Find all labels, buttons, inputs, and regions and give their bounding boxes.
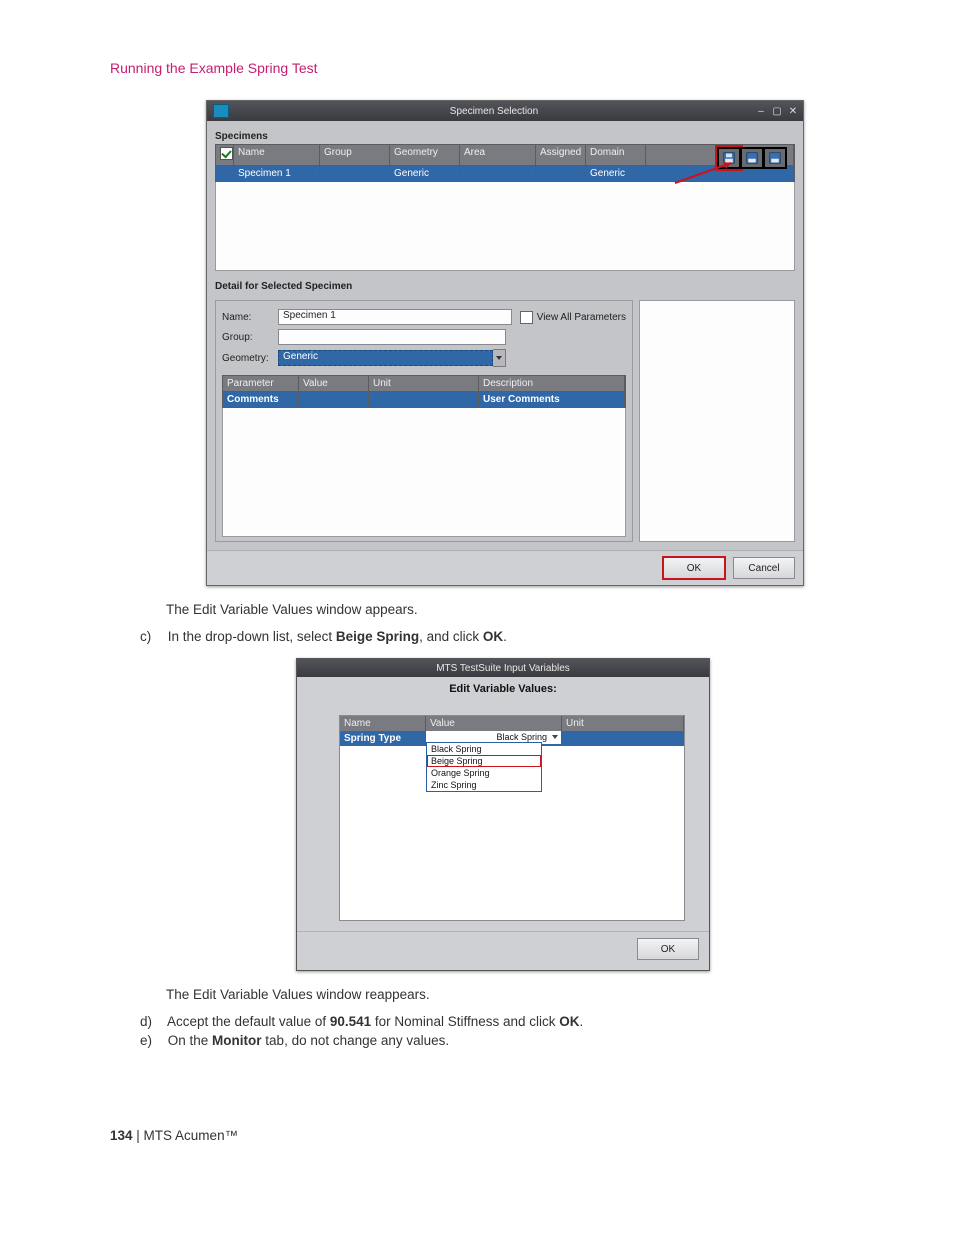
- col-value[interactable]: Value: [426, 716, 562, 731]
- step-text: Accept the default value of: [167, 1014, 330, 1029]
- specimens-section-label: Specimens: [215, 131, 795, 142]
- step-bold: 90.541: [330, 1014, 371, 1029]
- geometry-label: Geometry:: [222, 353, 278, 364]
- section-header: Running the Example Spring Test: [110, 60, 884, 76]
- app-logo-icon: [213, 104, 229, 118]
- cell-description: User Comments: [479, 392, 625, 407]
- specimens-grid-header: Name Group Geometry Area Assigned Domain: [215, 144, 795, 166]
- step-text: for Nominal Stiffness and click: [371, 1014, 559, 1029]
- step-d: d) Accept the default value of 90.541 fo…: [140, 1014, 884, 1029]
- page-number: 134: [110, 1128, 133, 1143]
- dropdown-option-selected[interactable]: Beige Spring: [427, 755, 541, 767]
- cell-value[interactable]: [299, 392, 369, 407]
- col-group[interactable]: Group: [320, 145, 390, 165]
- view-all-label: View All Parameters: [537, 312, 626, 323]
- step-bold: Monitor: [212, 1033, 262, 1048]
- window-title: MTS TestSuite Input Variables: [297, 659, 709, 677]
- ok-button[interactable]: OK: [637, 938, 699, 960]
- step-bold: OK: [559, 1014, 579, 1029]
- col-domain[interactable]: Domain: [586, 145, 646, 165]
- detail-section-label: Detail for Selected Specimen: [215, 281, 795, 292]
- step-text: .: [503, 629, 507, 644]
- parameters-grid-header: Parameter Value Unit Description: [222, 375, 626, 392]
- col-unit[interactable]: Unit: [562, 716, 684, 731]
- step-bold: Beige Spring: [336, 629, 419, 644]
- variables-grid: Name Value Unit Spring Type Black Spring…: [339, 715, 685, 921]
- chevron-down-icon[interactable]: [493, 349, 506, 367]
- specimens-grid-body[interactable]: [215, 182, 795, 271]
- col-value[interactable]: Value: [299, 376, 369, 391]
- table-row[interactable]: Comments User Comments: [222, 392, 626, 408]
- cell-parameter: Comments: [223, 392, 299, 407]
- body-text: The Edit Variable Values window reappear…: [166, 987, 884, 1002]
- col-unit[interactable]: Unit: [369, 376, 479, 391]
- geometry-select[interactable]: Generic: [278, 350, 493, 366]
- page-footer: 134 | MTS Acumen™: [110, 1128, 884, 1143]
- footer-separator: |: [133, 1128, 144, 1143]
- minimize-icon[interactable]: –: [753, 104, 769, 118]
- cell-name: Spring Type: [340, 731, 426, 746]
- col-area[interactable]: Area: [460, 145, 536, 165]
- view-all-checkbox[interactable]: [520, 311, 533, 324]
- window-titlebar: Specimen Selection – ▢ ✕: [207, 101, 803, 121]
- dropdown-option[interactable]: Black Spring: [427, 743, 541, 755]
- step-e: e) On the Monitor tab, do not change any…: [140, 1033, 884, 1048]
- edit-variables-window: MTS TestSuite Input Variables Edit Varia…: [296, 658, 710, 971]
- cell-group: [320, 166, 390, 181]
- col-geometry[interactable]: Geometry: [390, 145, 460, 165]
- cell-name: Specimen 1: [234, 166, 320, 181]
- col-assigned[interactable]: Assigned: [536, 145, 586, 165]
- body-text: The Edit Variable Values window appears.: [166, 602, 884, 617]
- cell-geometry: Generic: [390, 166, 460, 181]
- step-text: On the: [168, 1033, 212, 1048]
- window-title: Specimen Selection: [235, 106, 753, 117]
- specimen-selection-window: Specimen Selection – ▢ ✕: [206, 100, 804, 586]
- step-letter: e): [140, 1033, 164, 1048]
- step-bold: OK: [483, 629, 503, 644]
- step-text: tab, do not change any values.: [262, 1033, 450, 1048]
- cancel-button[interactable]: Cancel: [733, 557, 795, 579]
- group-input[interactable]: [278, 329, 506, 345]
- group-label: Group:: [222, 332, 278, 343]
- dropdown-option[interactable]: Zinc Spring: [427, 779, 541, 791]
- step-c: c) In the drop-down list, select Beige S…: [140, 629, 884, 644]
- cell-assigned: [536, 166, 586, 181]
- step-text: .: [580, 1014, 584, 1029]
- detail-form: Name: Specimen 1 View All Parameters Gro…: [215, 300, 633, 542]
- select-all-checkbox[interactable]: [220, 147, 233, 160]
- cell-domain: Generic: [586, 166, 646, 181]
- trademark-symbol: ™: [225, 1128, 239, 1143]
- cell-unit: [562, 731, 684, 746]
- variables-grid-header: Name Value Unit: [340, 716, 684, 731]
- step-letter: d): [140, 1014, 164, 1029]
- product-name: MTS Acumen: [144, 1128, 225, 1143]
- step-letter: c): [140, 629, 164, 644]
- dropdown-option[interactable]: Orange Spring: [427, 767, 541, 779]
- col-parameter[interactable]: Parameter: [223, 376, 299, 391]
- table-row[interactable]: Specimen 1 Generic Generic: [215, 166, 795, 182]
- step-text: , and click: [419, 629, 483, 644]
- name-label: Name:: [222, 312, 278, 323]
- col-name[interactable]: Name: [340, 716, 426, 731]
- col-description[interactable]: Description: [479, 376, 625, 391]
- step-text: In the drop-down list, select: [168, 629, 336, 644]
- edit-values-header: Edit Variable Values:: [297, 677, 709, 715]
- geometry-preview: [639, 300, 795, 542]
- value-dropdown-list[interactable]: Black Spring Beige Spring Orange Spring …: [426, 742, 542, 792]
- ok-button[interactable]: OK: [663, 557, 725, 579]
- col-name[interactable]: Name: [234, 145, 320, 165]
- maximize-icon[interactable]: ▢: [769, 104, 785, 118]
- close-icon[interactable]: ✕: [785, 104, 801, 118]
- discard-specimen-icon[interactable]: [740, 147, 764, 169]
- import-specimen-icon[interactable]: [763, 147, 787, 169]
- name-input[interactable]: Specimen 1: [278, 309, 512, 325]
- parameters-grid-body[interactable]: [222, 408, 626, 537]
- cell-unit: [369, 392, 479, 407]
- cell-area: [460, 166, 536, 181]
- save-specimen-icon[interactable]: [717, 147, 741, 169]
